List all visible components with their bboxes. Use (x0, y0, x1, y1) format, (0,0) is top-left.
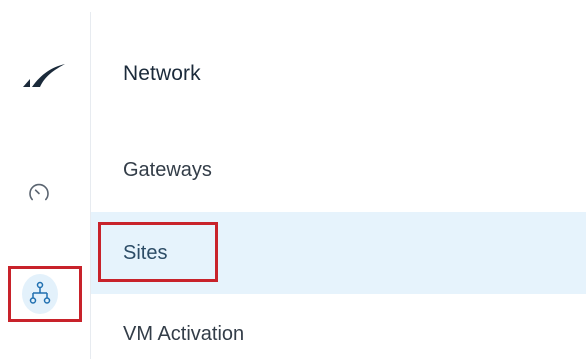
network-button[interactable] (22, 274, 58, 314)
network-tree-icon (29, 281, 51, 304)
panel-title: Network (123, 62, 201, 85)
nav-item-label: Sites (123, 241, 168, 264)
nav-item-vm-activation[interactable]: VM Activation (91, 308, 586, 359)
nav-item-sites[interactable]: Sites (91, 212, 586, 294)
nav-item-label: VM Activation (123, 322, 245, 345)
speedometer-icon (29, 183, 49, 201)
barracuda-logo-icon (23, 64, 65, 87)
network-nav-panel: Network Gateways Sites VM Activation (91, 0, 586, 359)
dashboard-button[interactable] (21, 175, 57, 211)
nav-item-label: Gateways (123, 158, 212, 181)
network-button-highlight (8, 266, 82, 322)
app-window: Network Gateways Sites VM Activation (0, 0, 586, 359)
nav-item-gateways[interactable]: Gateways (91, 144, 586, 196)
icon-rail (0, 0, 90, 359)
